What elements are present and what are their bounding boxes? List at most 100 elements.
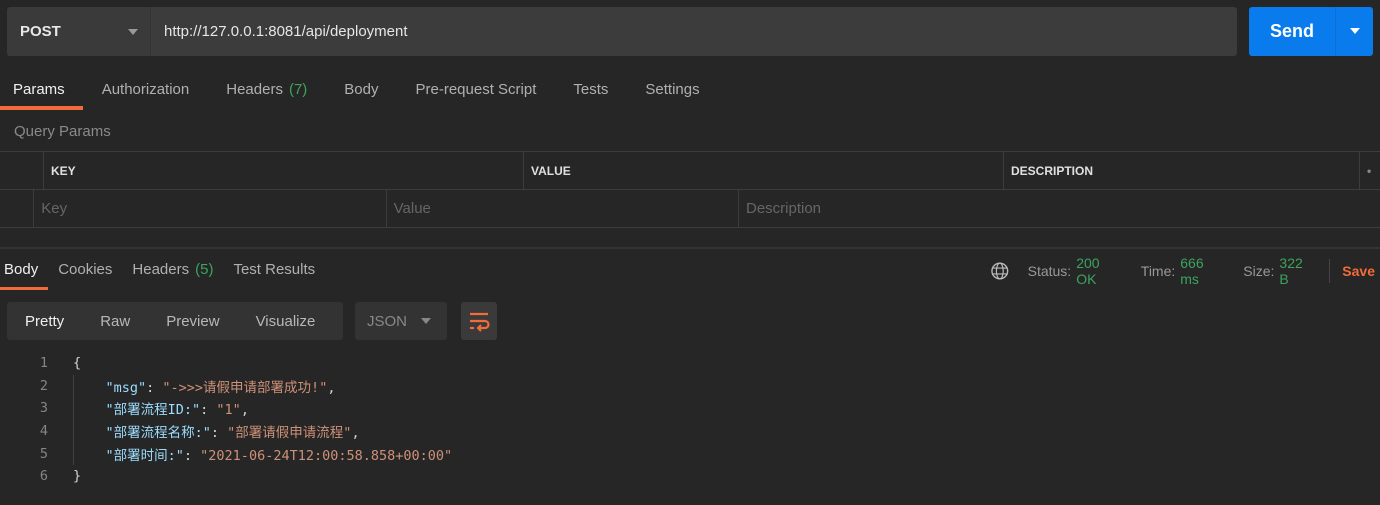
view-pretty[interactable]: Pretty xyxy=(7,313,82,330)
chevron-down-icon xyxy=(128,29,138,35)
table-header-row: KEY VALUE DESCRIPTION • xyxy=(0,152,1380,190)
json-key: "部署流程ID:" xyxy=(105,402,201,419)
tab-label: Tests xyxy=(573,81,609,98)
request-tab-settings[interactable]: Settings xyxy=(645,78,699,110)
pane-divider[interactable] xyxy=(0,247,1380,249)
code-line: 5 "部署时间:": "2021-06-24T12:00:58.858+00:0… xyxy=(0,442,452,465)
column-description: DESCRIPTION xyxy=(1004,152,1360,189)
code-text: "部署流程名称:": "部署请假申请流程", xyxy=(48,421,360,441)
json-key: "部署流程名称:" xyxy=(105,425,211,442)
json-punctuation: , xyxy=(351,425,360,442)
table-row: Key Value Description xyxy=(0,190,1380,228)
wrap-icon xyxy=(470,312,490,332)
view-mode-selector: Pretty Raw Preview Visualize xyxy=(7,302,343,340)
format-select[interactable]: JSON xyxy=(355,302,447,340)
status-label: Status: xyxy=(1027,263,1072,279)
json-punctuation: , xyxy=(240,402,249,419)
save-response-button[interactable]: Save xyxy=(1342,263,1375,279)
json-punctuation xyxy=(73,448,106,464)
json-punctuation: : xyxy=(210,425,228,442)
code-line: 3 "部署流程ID:": "1", xyxy=(0,397,452,420)
code-line: 2 "msg": "->>>请假申请部署成功!", xyxy=(0,375,452,398)
format-value: JSON xyxy=(367,312,408,330)
code-text: "部署流程ID:": "1", xyxy=(48,398,249,418)
globe-icon[interactable] xyxy=(990,261,1010,281)
json-punctuation: } xyxy=(73,468,82,485)
line-number: 5 xyxy=(39,445,48,462)
json-key: "部署时间:" xyxy=(105,447,184,464)
tab-label: Test Results xyxy=(233,261,316,278)
tab-label: Settings xyxy=(645,81,700,98)
status-value: 200 OK xyxy=(1076,255,1100,287)
request-tab-authorization[interactable]: Authorization xyxy=(102,78,190,110)
line-number: 3 xyxy=(39,400,48,417)
checkbox-column xyxy=(0,152,44,189)
response-tab-body[interactable]: Body xyxy=(0,259,49,290)
json-punctuation xyxy=(73,425,106,441)
tab-count-badge: (7) xyxy=(288,81,308,98)
request-tab-tests[interactable]: Tests xyxy=(573,78,608,110)
chevron-down-icon xyxy=(421,318,431,324)
description-input[interactable]: Description xyxy=(739,190,1380,227)
json-key: "msg" xyxy=(105,379,147,396)
code-line: 4 "部署流程名称:": "部署请假申请流程", xyxy=(0,420,452,443)
value-input[interactable]: Value xyxy=(387,190,739,227)
chevron-down-icon xyxy=(1350,28,1360,34)
query-params-table: KEY VALUE DESCRIPTION • Key Value Descri… xyxy=(0,151,1380,228)
url-input[interactable]: http://127.0.0.1:8081/api/deployment xyxy=(150,7,1237,56)
request-tab-params[interactable]: Params xyxy=(0,78,83,110)
request-tab-pre-request-script[interactable]: Pre-request Script xyxy=(416,78,537,110)
query-params-title: Query Params xyxy=(14,123,111,140)
tab-label: Headers xyxy=(226,81,283,98)
view-preview[interactable]: Preview xyxy=(148,313,237,330)
column-value: VALUE xyxy=(524,152,1004,189)
time-label: Time: xyxy=(1140,263,1176,279)
response-tabs: Body Cookies Headers (5) Test Results xyxy=(0,259,335,290)
request-tabs: Params Authorization Headers (7) Body Pre-req… xyxy=(0,78,737,110)
json-string: "1" xyxy=(216,402,241,419)
tab-label: Cookies xyxy=(58,261,113,278)
response-tab-headers[interactable]: Headers (5) xyxy=(132,259,213,290)
size-label: Size: xyxy=(1243,263,1275,279)
view-raw[interactable]: Raw xyxy=(82,313,148,330)
method-label: POST xyxy=(20,23,61,40)
row-checkbox[interactable] xyxy=(0,190,35,227)
time-value: 666 ms xyxy=(1180,255,1204,287)
json-punctuation xyxy=(73,380,106,396)
line-number: 4 xyxy=(39,423,48,440)
json-string: "2021-06-24T12:00:58.858+00:00" xyxy=(200,447,453,464)
code-line: 6} xyxy=(0,465,452,488)
more-options-icon[interactable]: • xyxy=(1360,152,1371,189)
view-visualize[interactable]: Visualize xyxy=(238,313,334,330)
response-tab-test-results[interactable]: Test Results xyxy=(233,259,315,290)
code-text: "部署时间:": "2021-06-24T12:00:58.858+00:00" xyxy=(48,444,453,464)
code-text: "msg": "->>>请假申请部署成功!", xyxy=(48,376,336,396)
tab-label: Authorization xyxy=(101,81,190,98)
method-select[interactable]: POST xyxy=(7,7,150,56)
tab-label: Body xyxy=(344,81,379,98)
json-string: "部署请假申请流程" xyxy=(227,425,352,442)
send-button-group: Send xyxy=(1249,7,1373,56)
code-line: 1{ xyxy=(0,352,452,375)
json-string: "->>>请假申请部署成功!" xyxy=(162,379,328,396)
json-punctuation xyxy=(73,402,106,418)
response-tab-cookies[interactable]: Cookies xyxy=(58,259,112,290)
request-tab-headers[interactable]: Headers (7) xyxy=(226,78,307,110)
response-status: Status: 200 OK Time: 666 ms Size: 322 B … xyxy=(990,255,1380,287)
json-punctuation: , xyxy=(327,379,336,396)
json-punctuation: : xyxy=(146,379,163,396)
json-punctuation: : xyxy=(200,402,217,419)
wrap-lines-button[interactable] xyxy=(461,302,497,340)
request-tab-body[interactable]: Body xyxy=(344,78,378,110)
line-number: 6 xyxy=(39,468,48,485)
column-key: KEY xyxy=(44,152,524,189)
response-body-editor[interactable]: 1{2 "msg": "->>>请假申请部署成功!", 3 "部署流程ID:": … xyxy=(0,352,452,488)
send-button[interactable]: Send xyxy=(1249,7,1335,56)
key-input[interactable]: Key xyxy=(34,190,387,227)
send-options-button[interactable] xyxy=(1335,7,1373,56)
tab-count-badge: (5) xyxy=(195,261,214,278)
line-number: 1 xyxy=(39,355,48,372)
code-text: } xyxy=(48,468,81,484)
json-punctuation: : xyxy=(183,447,201,464)
line-number: 2 xyxy=(39,377,48,394)
